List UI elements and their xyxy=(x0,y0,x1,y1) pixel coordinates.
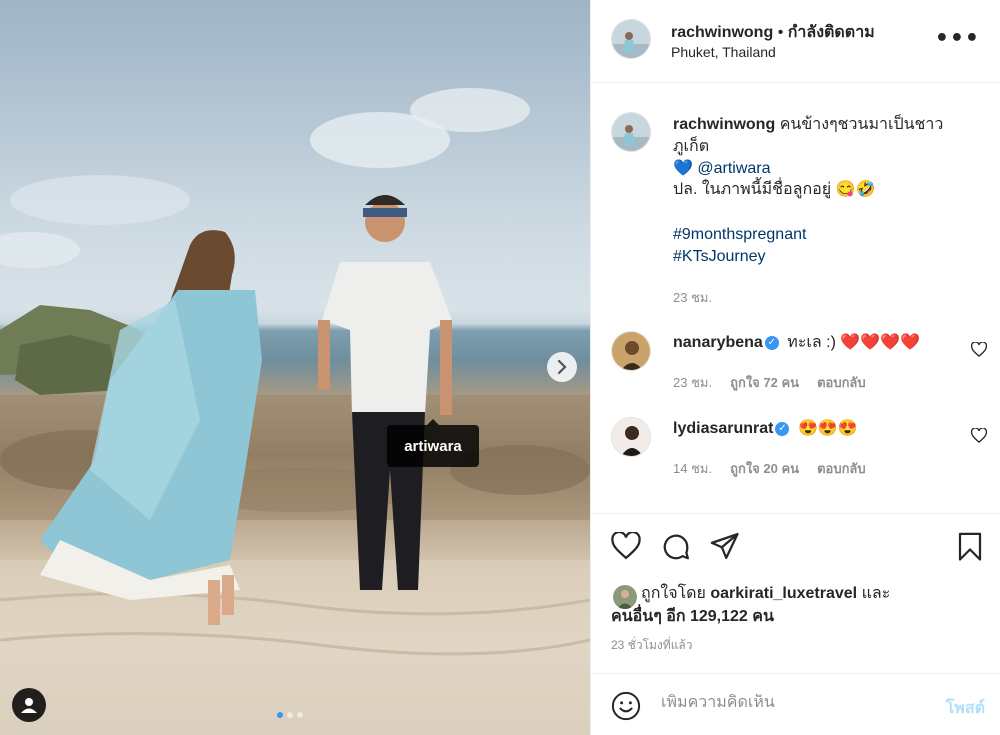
caption: rachwinwong คนข้างๆชวนมาเป็นชาวภูเก็ต 💙 … xyxy=(673,114,973,180)
avatar-image xyxy=(612,332,650,370)
post-header: rachwinwong • กำลังติดตาม Phuket, Thaila… xyxy=(591,0,1000,83)
post-location[interactable]: Phuket, Thailand xyxy=(671,44,776,60)
caption-username[interactable]: rachwinwong xyxy=(673,116,775,133)
beach-scene-illustration xyxy=(0,88,590,735)
caption-time: 23 ชม. xyxy=(673,290,713,305)
carousel-next-button[interactable] xyxy=(547,352,577,382)
comment-icon[interactable] xyxy=(661,532,691,562)
likes-others-button[interactable]: คนอื่นๆ อีก 129,122 คน xyxy=(611,608,774,625)
emoji-icon[interactable] xyxy=(611,691,641,721)
avatar-image xyxy=(612,113,650,151)
carousel-indicator xyxy=(277,712,303,718)
carousel-dot xyxy=(277,712,283,718)
post-photo[interactable]: artiwara xyxy=(0,0,590,735)
carousel-dot xyxy=(297,712,303,718)
comment-likes[interactable]: ถูกใจ 20 คน xyxy=(730,458,799,479)
comment-meta: 14 ชม. ถูกใจ 20 คน ตอบกลับ xyxy=(673,458,866,479)
comment-likes[interactable]: ถูกใจ 72 คน xyxy=(730,372,799,393)
comment-meta: 23 ชม. ถูกใจ 72 คน ตอบกลับ xyxy=(673,372,866,393)
verified-badge-icon: ✓ xyxy=(775,421,790,436)
caption-avatar[interactable] xyxy=(611,112,651,152)
caption-hashtags: #9monthspregnant #KTsJourney xyxy=(673,224,973,268)
comment-input[interactable] xyxy=(661,694,921,712)
comment-username[interactable]: nanarybena xyxy=(673,334,763,351)
likes-prefix: ถูกใจโดย xyxy=(641,585,706,602)
reply-button[interactable]: ตอบกลับ xyxy=(817,458,866,479)
red-heart-emoji-icon: ❤️❤️❤️❤️ xyxy=(840,334,921,351)
post-details-panel: rachwinwong • กำลังติดตาม Phuket, Thaila… xyxy=(590,0,1000,735)
blue-heart-icon: 💙 xyxy=(673,160,693,177)
heart-icon[interactable] xyxy=(971,342,987,357)
caption-meta: 23 ชม. xyxy=(673,287,712,308)
user-tags-button[interactable] xyxy=(12,688,46,722)
avatar-image xyxy=(612,418,650,456)
post-comment-button[interactable]: โพสต์ xyxy=(946,696,985,721)
comments-list[interactable]: rachwinwong คนข้างๆชวนมาเป็นชาวภูเก็ต 💙 … xyxy=(591,84,1000,512)
comment: nanarybena ✓ ทะเล :) ❤️❤️❤️❤️ xyxy=(673,332,973,354)
mention-link[interactable]: @artiwara xyxy=(697,160,770,177)
liker-username[interactable]: oarkirati_luxetravel xyxy=(710,585,857,602)
avatar-image xyxy=(612,20,650,58)
more-icon[interactable]: ••• xyxy=(935,26,980,51)
add-comment-bar: โพสต์ xyxy=(591,673,1000,735)
share-icon[interactable] xyxy=(710,532,740,560)
photo-user-tag[interactable]: artiwara xyxy=(387,419,479,467)
comment: lydiasarunrat ✓ 😍😍😍 xyxy=(673,418,973,440)
comment-time: 23 ชม. xyxy=(673,375,713,390)
bookmark-icon[interactable] xyxy=(957,532,983,562)
caption-note: ปล. ในภาพนี้มีชื่อลูกอยู่ 😋🤣 xyxy=(673,179,973,201)
caption-note-text: ปล. ในภาพนี้มีชื่อลูกอยู่ xyxy=(673,181,832,198)
posted-time[interactable]: 23 ชั่วโมงที่แล้ว xyxy=(611,636,693,655)
commenter-avatar[interactable] xyxy=(611,417,651,457)
verified-badge-icon: ✓ xyxy=(764,335,779,350)
post-actions: ถูกใจโดย oarkirati_luxetravel และ คนอื่น… xyxy=(591,513,1000,673)
likes-summary: ถูกใจโดย oarkirati_luxetravel และ คนอื่น… xyxy=(611,582,890,628)
follow-status-button[interactable]: กำลังติดตาม xyxy=(788,24,875,41)
comment-time: 14 ชม. xyxy=(673,461,713,476)
heart-icon[interactable] xyxy=(611,532,641,560)
hashtag-link[interactable]: #KTsJourney xyxy=(673,248,766,265)
author-username[interactable]: rachwinwong xyxy=(671,24,773,41)
carousel-dot xyxy=(287,712,293,718)
author-avatar[interactable] xyxy=(611,19,651,59)
separator-dot: • xyxy=(777,24,788,41)
comment-username[interactable]: lydiasarunrat xyxy=(673,420,773,437)
likes-and: และ xyxy=(861,585,891,602)
heart-icon[interactable] xyxy=(971,428,987,443)
smile-emoji-icon: 😋🤣 xyxy=(835,181,876,198)
user-icon xyxy=(21,698,37,713)
heart-eyes-emoji-icon: 😍😍😍 xyxy=(797,420,858,437)
chevron-right-icon xyxy=(557,360,567,374)
commenter-avatar[interactable] xyxy=(611,331,651,371)
hashtag-link[interactable]: #9monthspregnant xyxy=(673,226,806,243)
reply-button[interactable]: ตอบกลับ xyxy=(817,372,866,393)
comment-text: ทะเล :) xyxy=(787,334,836,351)
